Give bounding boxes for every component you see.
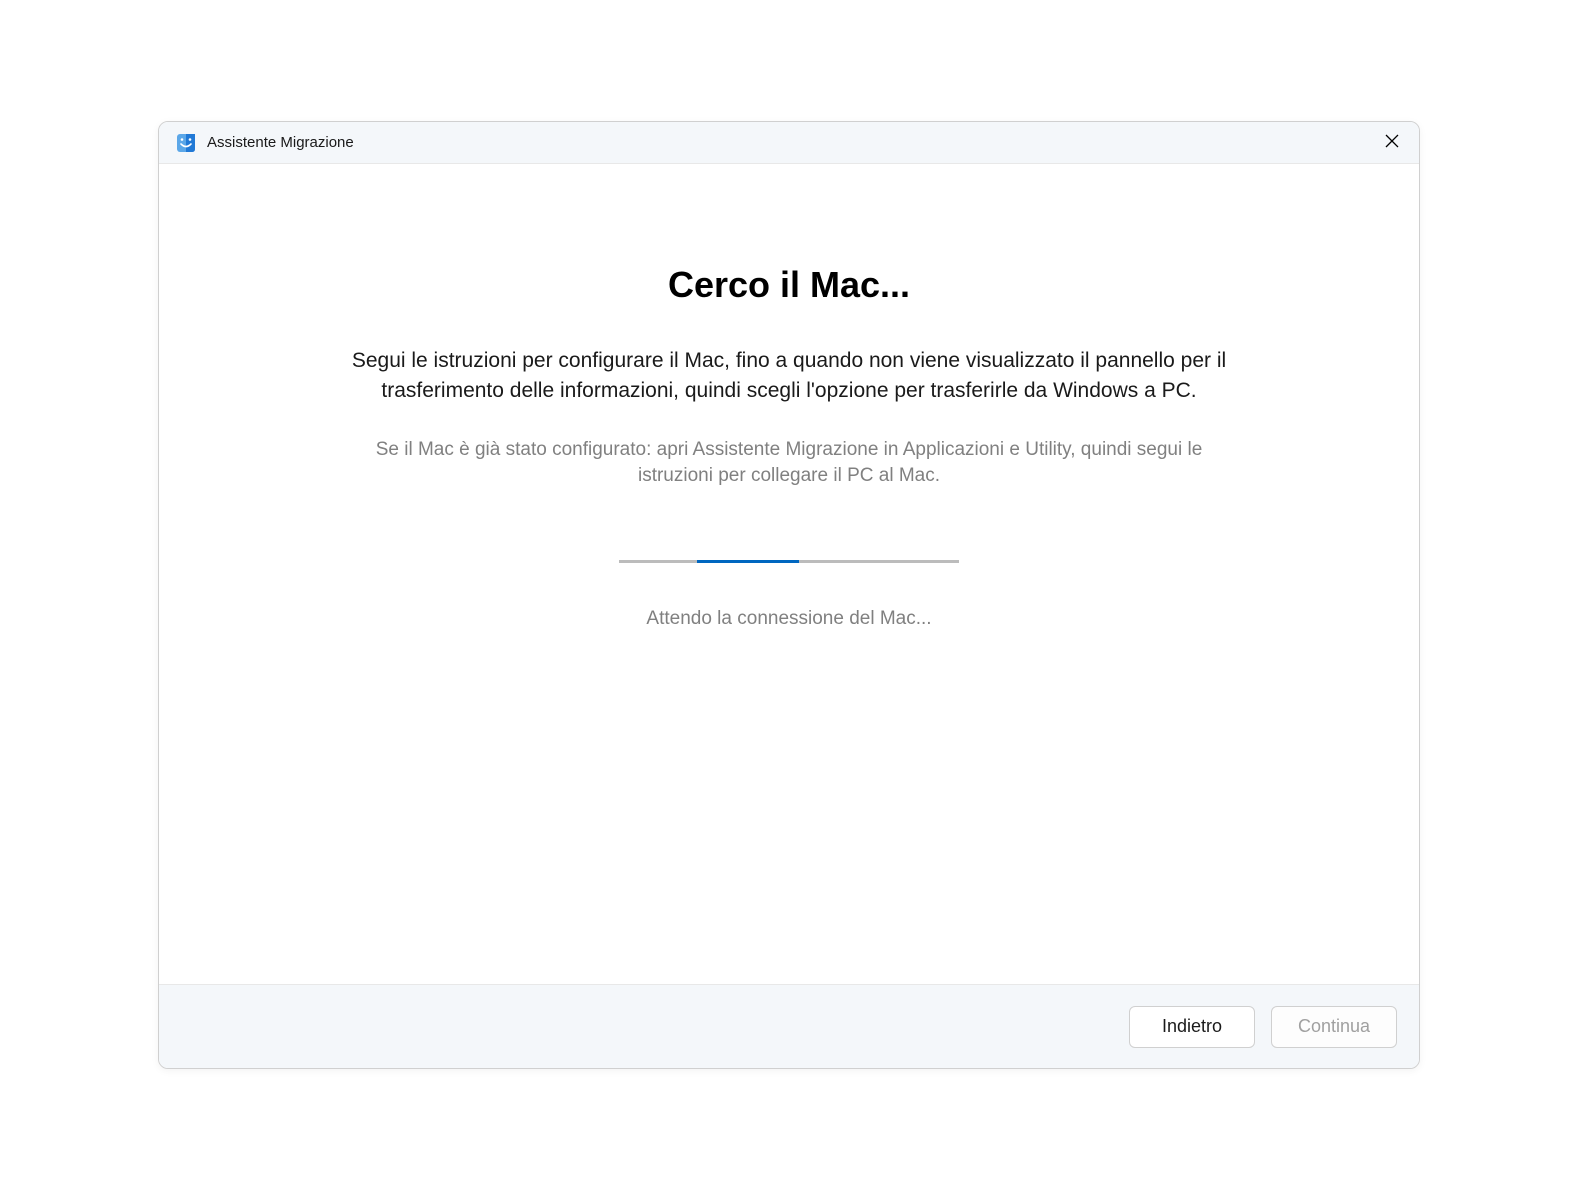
- titlebar: Assistente Migrazione: [159, 122, 1419, 164]
- close-icon: [1385, 134, 1399, 151]
- footer: Indietro Continua: [159, 984, 1419, 1068]
- back-button[interactable]: Indietro: [1129, 1006, 1255, 1048]
- continue-button: Continua: [1271, 1006, 1397, 1048]
- main-content: Cerco il Mac... Segui le istruzioni per …: [159, 164, 1419, 984]
- progress-bar: [619, 560, 959, 563]
- app-icon: [175, 132, 197, 154]
- close-button[interactable]: [1369, 122, 1415, 164]
- progress-fill: [697, 560, 799, 563]
- page-heading: Cerco il Mac...: [668, 264, 910, 306]
- progress-track: [619, 560, 959, 563]
- status-text: Attendo la connessione del Mac...: [646, 608, 931, 630]
- app-window: Assistente Migrazione Cerco il Mac... Se…: [158, 121, 1420, 1069]
- sub-instructions-text: Se il Mac è già stato configurato: apri …: [354, 437, 1224, 490]
- instructions-text: Segui le istruzioni per configurare il M…: [349, 346, 1229, 407]
- app-title: Assistente Migrazione: [207, 134, 1369, 151]
